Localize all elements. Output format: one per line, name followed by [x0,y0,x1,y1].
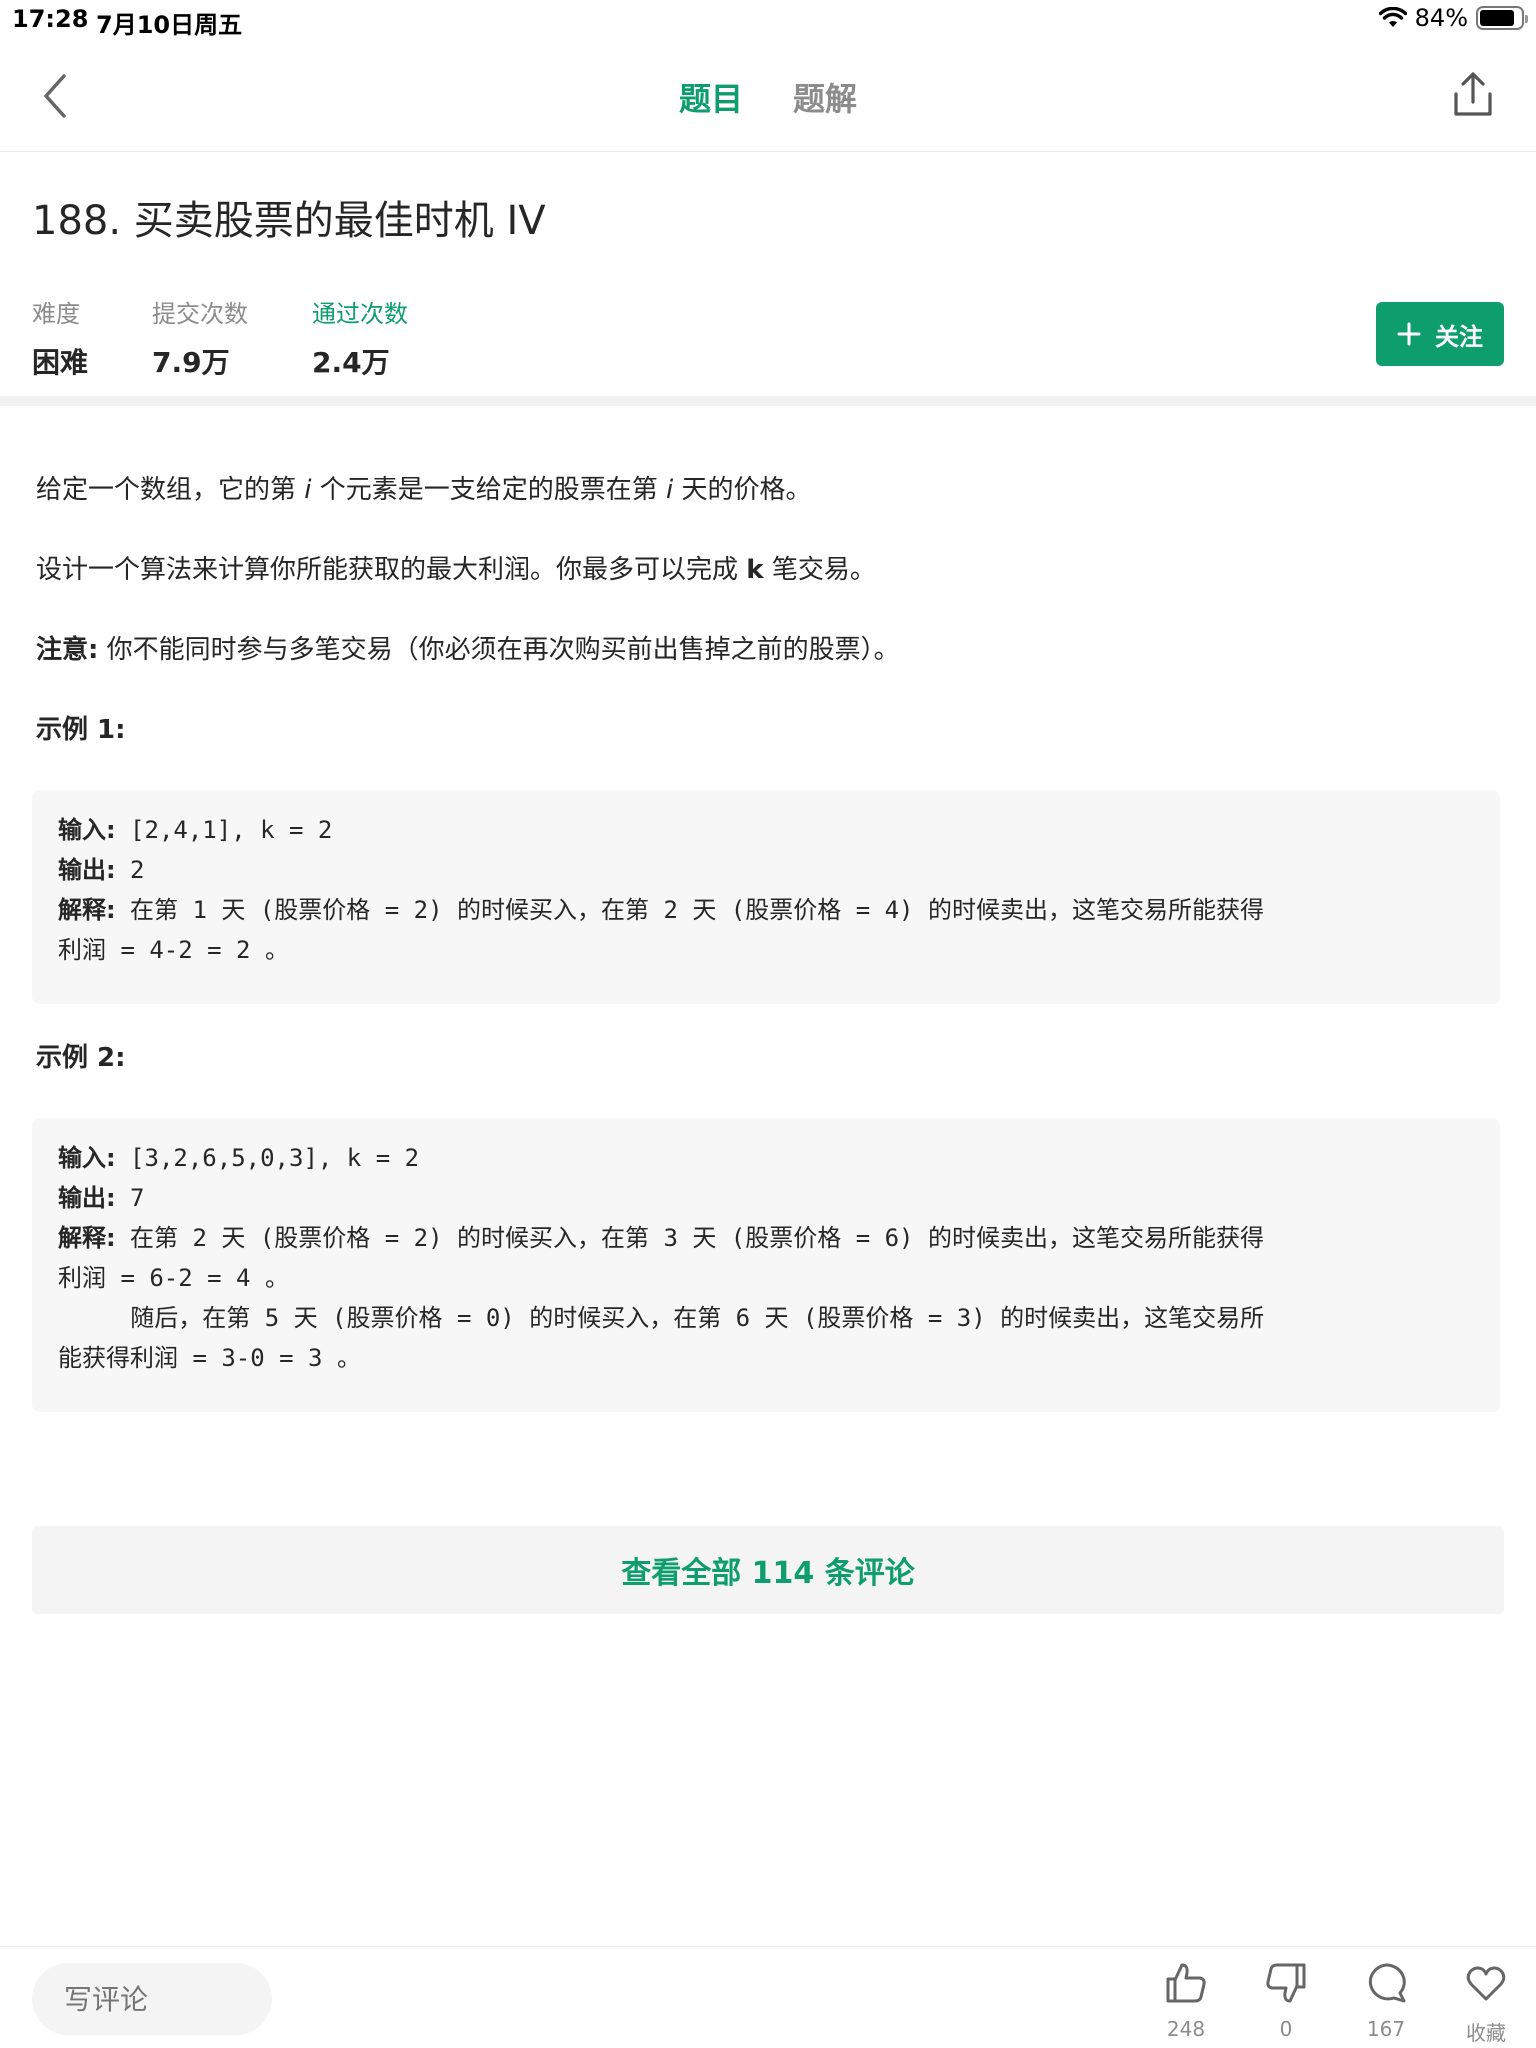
text: 设计一个算法来计算你所能获取的最大利润。你最多可以完成 [36,555,747,585]
text: 个元素是一支给定的股票在第 [311,475,667,505]
battery-icon [1476,6,1528,30]
stat-submissions: 提交次数 7.9万 [152,294,248,381]
description-paragraph: 给定一个数组，它的第 i 个元素是一支给定的股票在第 i 天的价格。 [36,470,1500,510]
like-count: 248 [1166,2017,1206,2041]
example-explanation: 随后，在第 5 天 (股票价格 = 0) 的时候买入，在第 6 天 (股票价格 … [58,1304,1265,1332]
problem-stats: 难度 困难 提交次数 7.9万 通过次数 2.4万 [32,294,472,381]
status-date: 7月10日周五 [96,11,243,39]
dislike-count: 0 [1279,2017,1293,2041]
output-value: 2 [115,856,145,884]
tab-problem[interactable]: 题目 [679,74,743,120]
status-time: 17:28 [12,5,89,33]
comment-bubble-icon [1368,1963,1406,2003]
stat-value: 7.9万 [152,346,230,379]
stat-value: 2.4万 [312,346,390,379]
example-2-heading: 示例 2: [36,1043,126,1073]
text: 笔交易。 [763,555,876,585]
example-explanation: 解释: 在第 1 天 (股票价格 = 2) 的时候买入，在第 2 天 (股票价格… [58,890,1474,930]
example-output: 输出: 7 [58,1178,1474,1218]
stat-accepted: 通过次数 2.4万 [312,294,408,381]
example-1-block: 输入: [2,4,1], k = 2 输出: 2 解释: 在第 1 天 (股票价… [32,790,1500,1004]
wifi-icon [1378,7,1407,27]
example-explanation: 利润 = 6-2 = 4 。 [58,1264,289,1292]
follow-button[interactable]: 关注 [1376,302,1504,366]
stat-label: 提交次数 [152,300,249,328]
section-divider [0,396,1536,406]
output-value: 7 [115,1184,145,1212]
status-bar: 17:28 7月10日周五 84% [0,0,1536,40]
share-icon[interactable] [1450,70,1496,120]
note-label: 注意: [36,635,99,665]
stat-value: 困难 [32,346,89,379]
view-all-comments-button[interactable]: 查看全部 114 条评论 [32,1526,1504,1614]
var-i: i [304,475,312,505]
example-output: 输出: 2 [58,850,1474,890]
example-explanation: 利润 = 4-2 = 2 。 [58,936,289,964]
explain-text: 在第 2 天 (股票价格 = 2) 的时候买入，在第 3 天 (股票价格 = 6… [115,1224,1264,1252]
example-1-heading: 示例 1: [36,715,126,745]
problem-description: 给定一个数组，它的第 i 个元素是一支给定的股票在第 i 天的价格。 设计一个算… [32,470,1500,1446]
bottom-action-bar: 248 0 167 收藏 [0,1946,1536,2048]
note-paragraph: 注意: 你不能同时参与多笔交易（你必须在再次购买前出售掉之前的股票）。 [36,630,1500,670]
nav-bar: 题目 题解 [0,40,1536,152]
explain-label: 解释: [58,1224,116,1252]
input-value: [3,2,6,5,0,3], k = 2 [115,1144,420,1172]
favorite-button[interactable]: 收藏 [1456,1961,1516,2046]
stat-label: 通过次数 [312,300,409,328]
battery-percent: 84% [1414,4,1468,32]
var-k: k [746,555,764,585]
tab-bar: 题目 题解 [0,74,1536,120]
explain-label: 解释: [58,896,116,924]
input-label: 输入: [58,1144,116,1172]
text: 给定一个数组，它的第 [36,475,305,505]
output-label: 输出: [58,1184,116,1212]
description-paragraph: 设计一个算法来计算你所能获取的最大利润。你最多可以完成 k 笔交易。 [36,550,1500,590]
example-input: 输入: [2,4,1], k = 2 [58,810,1474,850]
input-value: [2,4,1], k = 2 [115,816,333,844]
comments-action[interactable]: 167 [1356,1961,1416,2041]
explain-text: 在第 1 天 (股票价格 = 2) 的时候买入，在第 2 天 (股票价格 = 4… [115,896,1264,924]
status-indicators: 84% [1378,4,1528,32]
battery-level [1480,10,1514,26]
heart-icon [1466,1966,1506,2001]
example-explanation: 解释: 在第 2 天 (股票价格 = 2) 的时候买入，在第 3 天 (股票价格… [58,1218,1474,1258]
output-label: 输出: [58,856,116,884]
note-text: 你不能同时参与多笔交易（你必须在再次购买前出售掉之前的股票）。 [98,635,900,665]
thumbs-up-icon [1166,1963,1206,2003]
input-label: 输入: [58,816,116,844]
plus-icon [1397,322,1421,346]
example-explanation: 能获得利润 = 3-0 = 3 。 [58,1344,361,1372]
example-2-block: 输入: [3,2,6,5,0,3], k = 2 输出: 7 解释: 在第 2 … [32,1118,1500,1412]
example-input: 输入: [3,2,6,5,0,3], k = 2 [58,1138,1474,1178]
follow-label: 关注 [1435,322,1483,351]
tab-solutions[interactable]: 题解 [793,74,857,120]
stat-difficulty: 难度 困难 [32,294,88,381]
dislike-button[interactable]: 0 [1256,1961,1316,2041]
stat-label: 难度 [32,300,80,328]
problem-title: 188. 买卖股票的最佳时机 IV [32,198,546,244]
comment-input[interactable] [32,1963,272,2035]
comment-count: 167 [1366,2017,1406,2041]
favorite-label: 收藏 [1466,2021,1506,2045]
thumbs-down-icon [1266,1963,1306,2003]
text: 天的价格。 [673,475,812,505]
like-button[interactable]: 248 [1156,1961,1216,2041]
